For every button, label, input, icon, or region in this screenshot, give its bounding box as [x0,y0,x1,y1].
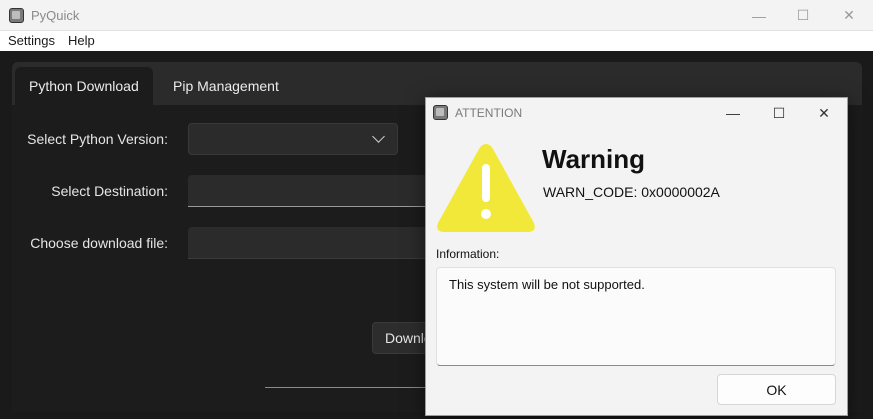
menubar: Settings Help [0,31,873,51]
file-label: Choose download file: [30,235,168,251]
destination-input[interactable] [188,175,428,207]
window-title: PyQuick [31,8,80,23]
chevron-down-icon [372,130,385,143]
main-titlebar: PyQuick — ☐ ✕ [0,0,873,31]
download-file-input[interactable] [188,227,428,259]
python-version-combobox[interactable] [188,123,398,155]
attention-dialog: ATTENTION — ☐ ✕ Warning WARN_CODE: 0x000… [425,97,848,416]
dialog-app-icon [433,105,448,120]
warning-triangle-icon [437,144,535,232]
download-button[interactable]: Download [372,322,432,354]
download-progress-bar [265,387,435,388]
minimize-button[interactable]: — [736,0,782,31]
tab-pip-management[interactable]: Pip Management [159,67,293,105]
dialog-titlebar: ATTENTION — ☐ ✕ [426,98,847,128]
warning-code: WARN_CODE: 0x0000002A [543,184,720,200]
app-icon [9,8,24,23]
menu-settings[interactable]: Settings [8,33,55,48]
close-button[interactable]: ✕ [826,0,872,31]
information-textbox[interactable]: This system will be not supported. [436,267,836,366]
dialog-minimize-button[interactable]: — [710,98,756,128]
dialog-close-button[interactable]: ✕ [801,98,847,128]
destination-label: Select Destination: [51,183,168,199]
tab-python-download[interactable]: Python Download [15,67,153,105]
warning-heading: Warning [542,144,646,174]
ok-button[interactable]: OK [717,374,836,405]
dialog-title: ATTENTION [455,106,523,120]
version-label: Select Python Version: [27,131,168,147]
dialog-maximize-button[interactable]: ☐ [756,98,802,128]
menu-help[interactable]: Help [68,33,95,48]
information-label: Information: [436,247,500,261]
maximize-button[interactable]: ☐ [780,0,826,31]
